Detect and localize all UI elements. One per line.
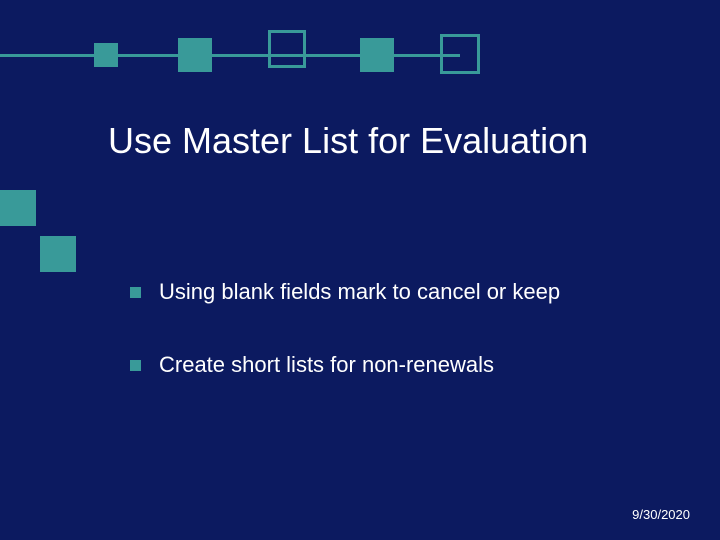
bullet-list: Using blank fields mark to cancel or kee… [130,278,670,423]
bullet-text: Create short lists for non-renewals [159,351,494,380]
square-icon [40,236,76,272]
bullet-text: Using blank fields mark to cancel or kee… [159,278,560,307]
square-outline-icon [440,34,480,74]
square-icon [178,38,212,72]
footer-date: 9/30/2020 [632,507,690,522]
list-item: Using blank fields mark to cancel or kee… [130,278,670,307]
square-icon [94,43,118,67]
square-icon [0,190,36,226]
square-outline-icon [268,30,306,68]
slide-title: Use Master List for Evaluation [108,120,588,162]
square-icon [360,38,394,72]
decorative-left-squares [0,190,80,300]
list-item: Create short lists for non-renewals [130,351,670,380]
bullet-square-icon [130,360,141,371]
bullet-square-icon [130,287,141,298]
decorative-top-squares [0,0,720,100]
